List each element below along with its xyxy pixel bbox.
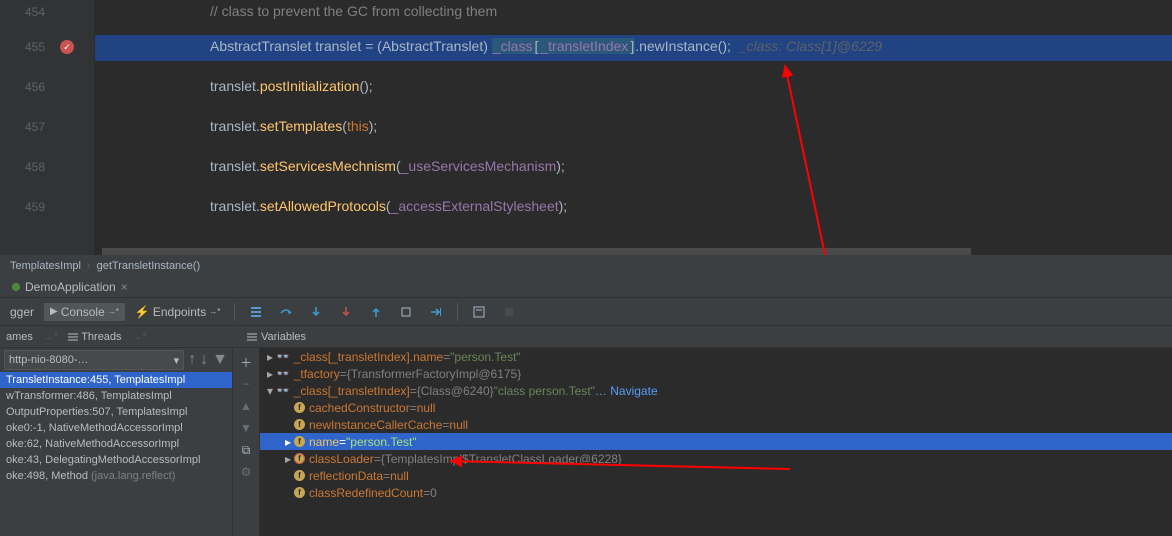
breakpoint-icon[interactable] (60, 40, 74, 54)
field-icon: f (294, 487, 305, 498)
code-line[interactable]: translet.postInitialization(); (95, 78, 1172, 94)
gutter: 454 455 456 457 458 459 (0, 0, 95, 255)
watch-icon: 👓 (276, 384, 290, 397)
tab-debugger[interactable]: gger (4, 303, 40, 321)
field-icon: f (294, 402, 305, 413)
debug-toolbar: gger ▶Console→* ⚡Endpoints→* (0, 298, 1172, 326)
variable-row[interactable]: ▸👓_tfactory = {TransformerFactoryImpl@61… (260, 365, 1172, 382)
copy-icon[interactable]: ⧉ (238, 442, 254, 458)
step-over-icon[interactable] (273, 303, 299, 321)
watch-icon: 👓 (276, 350, 290, 363)
disclosure-icon[interactable]: ▾ (264, 384, 276, 398)
variable-row[interactable]: freflectionData = null (260, 467, 1172, 484)
line-number: 455 (5, 40, 45, 54)
tab-threads[interactable]: Threads (68, 331, 121, 343)
field-icon: f (294, 470, 305, 481)
variable-row[interactable]: ▸👓_class[_transletIndex].name = "person.… (260, 348, 1172, 365)
chevron-down-icon: ▾ (174, 354, 180, 367)
variable-row[interactable]: fcachedConstructor = null (260, 399, 1172, 416)
breadcrumb-item[interactable]: TemplatesImpl (10, 260, 81, 272)
chevron-right-icon: › (87, 260, 91, 272)
tab-console[interactable]: ▶Console→* (44, 303, 125, 321)
code-line[interactable]: // class to prevent the GC from collecti… (95, 3, 1172, 19)
stack-frame[interactable]: wTransformer:486, TemplatesImpl (0, 388, 232, 404)
run-tab[interactable]: DemoApplication × (8, 278, 132, 296)
code-line[interactable]: translet.setAllowedProtocols(_accessExte… (95, 198, 1172, 214)
close-icon[interactable]: × (121, 280, 128, 294)
navigate-link[interactable]: … Navigate (595, 384, 658, 398)
watch-icon: 👓 (276, 367, 290, 380)
variables-toolbar: ＋ − ▲ ▼ ⧉ ⚙ (232, 326, 260, 536)
move-up-icon[interactable]: ▲ (238, 398, 254, 414)
remove-watch-icon[interactable]: − (238, 376, 254, 392)
frames-panel: http-nio-8080-…▾ ↑ ↓ ▼ TransletInstance:… (0, 326, 232, 536)
breadcrumb[interactable]: TemplatesImpl › getTransletInstance() (0, 255, 1172, 276)
stack-frame[interactable]: oke:498, Method (java.lang.reflect) (0, 468, 232, 484)
move-down-icon[interactable]: ▼ (238, 420, 254, 436)
stack-frame[interactable]: oke:43, DelegatingMethodAccessorImpl (0, 452, 232, 468)
debug-lower-panel: http-nio-8080-…▾ ↑ ↓ ▼ TransletInstance:… (0, 326, 1172, 536)
line-number: 457 (5, 120, 45, 134)
drop-frame-icon[interactable] (393, 303, 419, 321)
spring-icon (12, 283, 20, 291)
inlay-hint: _class: Class[1]@6229 (739, 38, 882, 54)
stack-frame[interactable]: oke:62, NativeMethodAccessorImpl (0, 436, 232, 452)
code-line[interactable]: translet.setServicesMechnism(_useService… (95, 158, 1172, 174)
variable-row[interactable]: fnewInstanceCallerCache = null (260, 416, 1172, 433)
variable-row[interactable]: ▾👓_class[_transletIndex] = {Class@6240} … (260, 382, 1172, 399)
line-number: 458 (5, 160, 45, 174)
nav-up-icon[interactable]: ↑ (188, 351, 196, 369)
nav-down-icon[interactable]: ↓ (200, 351, 208, 369)
variable-row[interactable]: ▸fname = "person.Test" (260, 433, 1172, 450)
field-icon: f (294, 419, 305, 430)
lower-tabs: ames →* Threads →* Variables (0, 326, 1172, 348)
filter-icon[interactable]: ▼ (212, 351, 228, 369)
disclosure-icon[interactable]: ▸ (282, 452, 294, 466)
breadcrumb-item[interactable]: getTransletInstance() (97, 260, 201, 272)
line-number: 456 (5, 80, 45, 94)
tab-variables[interactable]: Variables (247, 331, 306, 343)
disclosure-icon[interactable]: ▸ (264, 350, 276, 364)
terminal-icon: ▶ (50, 306, 58, 317)
thread-dropdown[interactable]: http-nio-8080-…▾ (4, 350, 184, 370)
stack-frame[interactable]: oke0:-1, NativeMethodAccessorImpl (0, 420, 232, 436)
code-editor[interactable]: 454 455 456 457 458 459 // class to prev… (0, 0, 1172, 255)
step-out-icon[interactable] (363, 303, 389, 321)
add-watch-icon[interactable]: ＋ (238, 354, 254, 370)
line-number: 454 (5, 5, 45, 19)
trace-icon[interactable] (496, 303, 522, 321)
field-icon: f (294, 436, 305, 447)
step-into-icon[interactable] (303, 303, 329, 321)
tab-frames[interactable]: ames (6, 331, 33, 343)
stack-icon[interactable] (243, 303, 269, 321)
code-line[interactable]: AbstractTranslet translet = (AbstractTra… (95, 38, 1172, 54)
settings-icon[interactable]: ⚙ (238, 464, 254, 480)
code-line[interactable]: translet.setTemplates(this); (95, 118, 1172, 134)
run-tabs: DemoApplication × (0, 276, 1172, 298)
disclosure-icon[interactable]: ▸ (282, 435, 294, 449)
force-step-into-icon[interactable] (333, 303, 359, 321)
evaluate-icon[interactable] (466, 303, 492, 321)
tab-endpoints[interactable]: ⚡Endpoints→* (129, 303, 226, 321)
variable-row[interactable]: ▸fclassLoader = {TemplatesImpl$TransletC… (260, 450, 1172, 467)
endpoints-icon: ⚡ (135, 305, 150, 319)
field-icon: f (294, 453, 305, 464)
frame-list[interactable]: TransletInstance:455, TemplatesImpl wTra… (0, 372, 232, 484)
run-to-cursor-icon[interactable] (423, 303, 449, 321)
stack-frame[interactable]: TransletInstance:455, TemplatesImpl (0, 372, 232, 388)
disclosure-icon[interactable]: ▸ (264, 367, 276, 381)
line-number: 459 (5, 200, 45, 214)
variables-tree[interactable]: ▸👓_class[_transletIndex].name = "person.… (260, 326, 1172, 536)
variable-row[interactable]: fclassRedefinedCount = 0 (260, 484, 1172, 501)
stack-frame[interactable]: OutputProperties:507, TemplatesImpl (0, 404, 232, 420)
